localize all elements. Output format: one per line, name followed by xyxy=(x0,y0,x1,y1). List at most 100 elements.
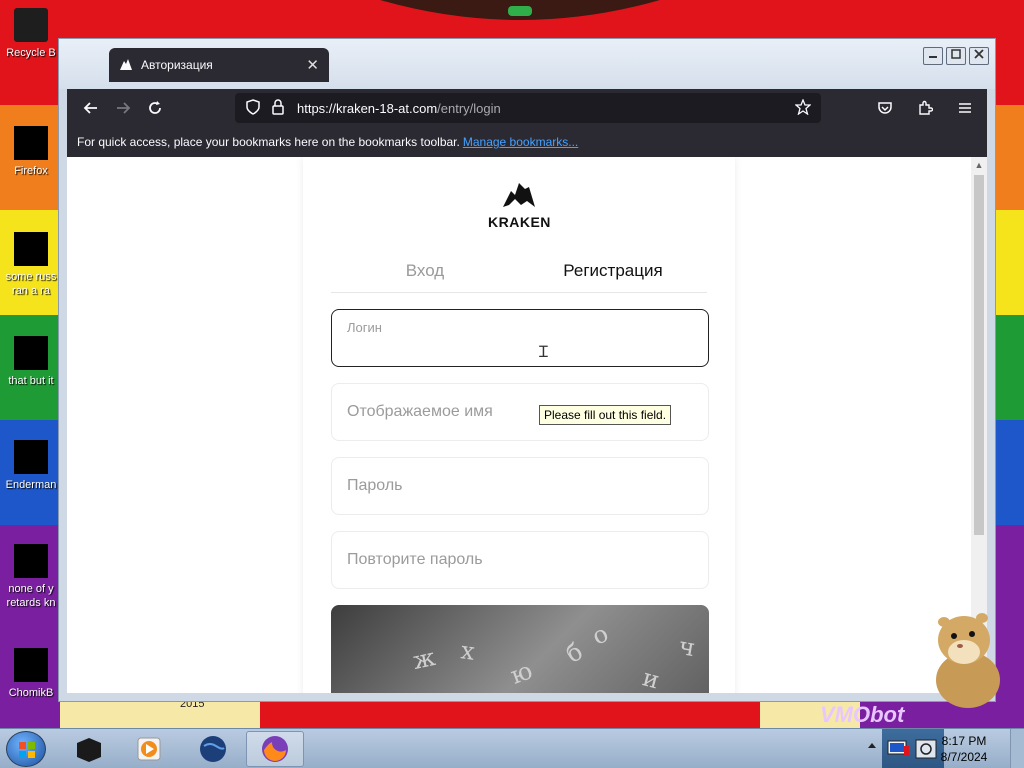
captcha-letter: ж xyxy=(410,643,438,675)
start-button[interactable] xyxy=(6,731,46,767)
validation-tooltip: Please fill out this field. xyxy=(539,405,672,425)
page-viewport: KRAKEN Вход Регистрация Логин Ɪ Отобража… xyxy=(67,157,987,693)
minimize-button[interactable] xyxy=(923,47,943,65)
desktop-icon-file-2[interactable]: that but it xyxy=(0,336,62,388)
recycle-bin-icon xyxy=(14,8,48,42)
address-bar[interactable]: https://kraken-18-at.com/entry/login xyxy=(235,93,821,123)
password-placeholder: Пароль xyxy=(347,477,403,494)
globe-icon xyxy=(200,736,226,762)
url-text[interactable]: https://kraken-18-at.com/entry/login xyxy=(297,101,795,116)
back-button[interactable] xyxy=(75,94,107,122)
captcha-letter: о xyxy=(587,619,613,651)
captcha-image: ж х ю б о ч и xyxy=(331,605,709,693)
reload-button[interactable] xyxy=(139,94,171,122)
url-host: https://kraken-18-at.com xyxy=(297,100,438,116)
browser-tab[interactable]: Авторизация ✕ xyxy=(109,48,329,82)
media-player-icon xyxy=(137,737,161,761)
repeat-password-field[interactable]: Повторите пароль xyxy=(331,531,709,589)
reload-icon xyxy=(149,101,161,114)
back-arrow-icon xyxy=(83,102,97,114)
show-hidden-icons-arrow-icon[interactable] xyxy=(868,743,876,748)
captcha-letter: х xyxy=(459,636,477,666)
hamburger-menu-icon xyxy=(959,103,971,113)
desktop-icon-label: Recycle B xyxy=(6,47,56,59)
auth-tabs: Вход Регистрация xyxy=(331,253,707,293)
tab-close-icon[interactable]: ✕ xyxy=(306,56,319,74)
taskbar-item-media[interactable] xyxy=(120,731,178,767)
toolbar-right-buttons xyxy=(869,94,981,122)
taskbar-item-firefox[interactable] xyxy=(246,731,304,767)
network-icon[interactable] xyxy=(886,737,912,763)
firefox-icon xyxy=(262,736,288,762)
bookmark-star-icon[interactable] xyxy=(794,97,812,118)
desktop-icon-enderman[interactable]: Enderman xyxy=(0,440,62,492)
clock-time: 8:17 PM xyxy=(941,734,987,748)
auth-card: KRAKEN Вход Регистрация Логин Ɪ Отобража… xyxy=(303,157,735,693)
captcha-letter: ю xyxy=(506,656,537,690)
kraken-logo: KRAKEN xyxy=(488,179,550,230)
forward-arrow-icon xyxy=(117,102,131,114)
kraken-logo-icon xyxy=(503,183,535,207)
menu-button[interactable] xyxy=(949,94,981,122)
lock-icon[interactable] xyxy=(271,98,285,118)
desktop-icon-label: Enderman xyxy=(5,479,57,491)
bookmarks-hint: For quick access, place your bookmarks h… xyxy=(77,135,460,149)
window-controls xyxy=(923,47,989,65)
tab-login[interactable]: Вход xyxy=(331,253,519,292)
kraken-favicon-icon xyxy=(119,57,133,74)
black-box-app-icon xyxy=(77,738,101,762)
desktop-icon-label: that but it xyxy=(8,375,54,387)
wallpaper-caption: VMObot xyxy=(820,702,905,727)
desktop-icon-chomik[interactable]: ChomikB xyxy=(0,648,62,700)
close-window-button[interactable] xyxy=(969,47,989,65)
scroll-thumb[interactable] xyxy=(974,175,984,535)
desktop-icon-label: Firefox xyxy=(14,165,48,177)
url-path: /entry/login xyxy=(437,100,501,116)
display-name-placeholder: Отображаемое имя xyxy=(347,403,493,420)
repeat-password-placeholder: Повторите пароль xyxy=(347,551,483,568)
puzzle-icon xyxy=(919,100,933,115)
taskbar-item-1[interactable] xyxy=(60,731,118,767)
captcha-letter: б xyxy=(560,637,588,669)
wallpaper-decoration-top xyxy=(380,0,660,20)
tab-register[interactable]: Регистрация xyxy=(519,253,707,292)
forward-button[interactable] xyxy=(107,94,139,122)
login-field-label: Логин xyxy=(347,320,382,335)
logo-text: KRAKEN xyxy=(488,214,551,230)
bookmarks-toolbar: For quick access, place your bookmarks h… xyxy=(67,127,987,157)
file-icon xyxy=(14,336,48,370)
desktop-icon-label: none of y retards kn xyxy=(6,583,56,609)
navigation-toolbar: https://kraken-18-at.com/entry/login xyxy=(67,89,987,127)
program-icon xyxy=(14,440,48,474)
desktop-icon-firefox[interactable]: Firefox xyxy=(0,126,62,178)
captcha-letter: и xyxy=(639,663,663,693)
taskbar-clock[interactable]: 8:17 PM 8/7/2024 xyxy=(934,733,994,765)
file-icon xyxy=(14,544,48,578)
captcha-letter: ч xyxy=(676,631,698,663)
firefox-icon xyxy=(14,126,48,160)
file-icon xyxy=(14,232,48,266)
show-desktop-button[interactable] xyxy=(1010,729,1024,768)
window-titlebar[interactable]: Авторизация ✕ xyxy=(59,39,995,89)
desktop-icon-label: ChomikB xyxy=(8,687,54,699)
taskbar-item-globe[interactable] xyxy=(184,731,242,767)
pocket-icon xyxy=(878,102,892,114)
tab-title: Авторизация xyxy=(141,58,213,72)
taskbar: 8:17 PM 8/7/2024 xyxy=(0,728,1024,768)
manage-bookmarks-link[interactable]: Manage bookmarks... xyxy=(463,135,578,149)
desktop-icon-file-1[interactable]: some russ ran a ra xyxy=(0,232,62,298)
tracking-protection-shield-icon[interactable] xyxy=(245,98,261,118)
pocket-button[interactable] xyxy=(869,94,901,122)
login-field[interactable]: Логин Ɪ xyxy=(331,309,709,367)
clock-date: 8/7/2024 xyxy=(940,750,988,764)
desktop-icon-file-3[interactable]: none of y retards kn xyxy=(0,544,62,610)
password-field[interactable]: Пароль xyxy=(331,457,709,515)
hamster-mascot-image xyxy=(936,613,1000,708)
desktop-icon-recycle-bin[interactable]: Recycle B xyxy=(0,8,62,60)
scroll-up-arrow-icon[interactable]: ▲ xyxy=(971,157,987,173)
extensions-button[interactable] xyxy=(909,94,941,122)
text-cursor-icon: Ɪ xyxy=(539,344,548,361)
maximize-button[interactable] xyxy=(946,47,966,65)
windows-logo-icon xyxy=(19,742,35,758)
program-icon xyxy=(14,648,48,682)
